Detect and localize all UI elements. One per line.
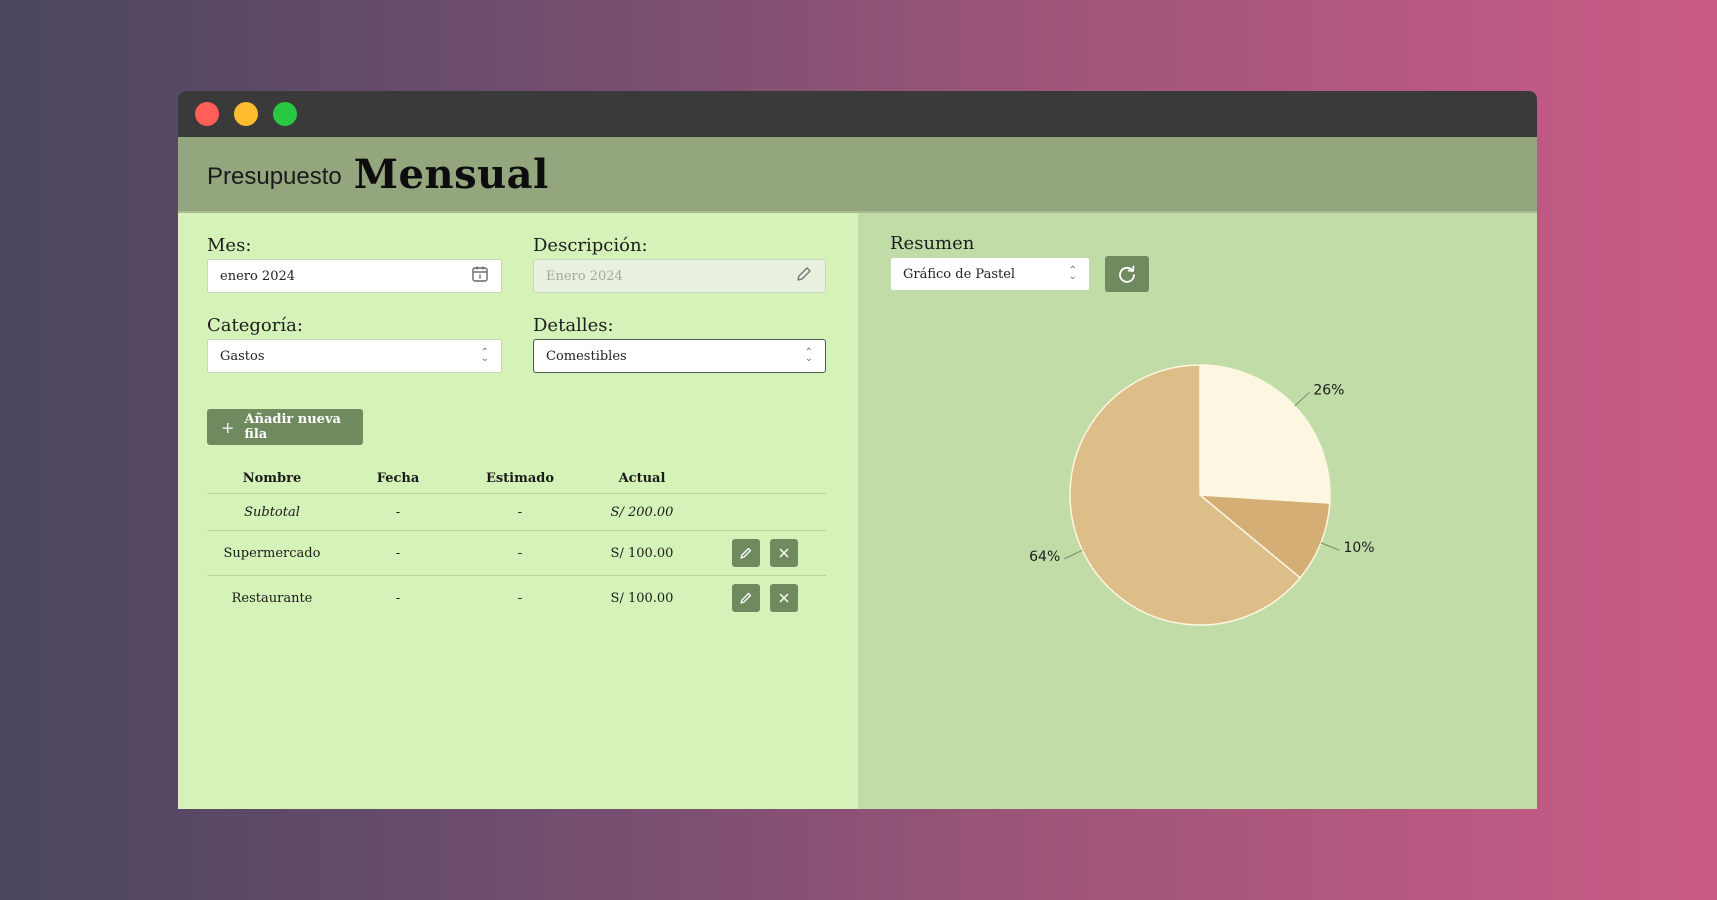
row-estimado: - <box>517 590 523 606</box>
detalles-select[interactable]: Comestibles ⌃ ⌄ <box>533 339 826 373</box>
col-estimado: Estimado <box>485 470 555 486</box>
page-title: Mensual <box>353 150 549 198</box>
col-actual: Actual <box>618 470 666 486</box>
detalles-value: Comestibles <box>546 348 627 364</box>
categoria-select[interactable]: Gastos ⌃ ⌄ <box>207 339 502 373</box>
row-actual: S/ 100.00 <box>610 590 674 606</box>
title-prefix: Presupuesto <box>207 163 342 190</box>
row-actual: S/ 100.00 <box>610 545 674 561</box>
table-header: Nombre Fecha Estimado Actual <box>207 463 826 494</box>
mes-label: Mes: <box>207 235 252 256</box>
delete-row-button[interactable] <box>769 584 798 612</box>
descripcion-input[interactable]: Enero 2024 <box>533 259 826 293</box>
table-row: Restaurante - - S/ 100.00 <box>207 576 826 620</box>
pie-percent-label: 10% <box>1343 540 1374 556</box>
table-row: Supermercado - - S/ 100.00 <box>207 531 826 576</box>
categoria-value: Gastos <box>220 348 265 364</box>
pie-percent-label: 64% <box>1029 549 1060 565</box>
subtotal-actual: S/ 200.00 <box>610 504 674 520</box>
descripcion-placeholder: Enero 2024 <box>546 268 623 284</box>
close-icon <box>778 548 789 558</box>
row-fecha: - <box>395 590 401 606</box>
edit-row-button[interactable] <box>731 584 760 612</box>
col-fecha: Fecha <box>376 470 420 486</box>
row-name: Restaurante <box>231 590 313 606</box>
add-row-button[interactable]: + Añadir nueva fila <box>207 409 363 445</box>
subtotal-estimado: - <box>517 504 523 520</box>
pie-slice <box>1199 364 1331 504</box>
categoria-label: Categoría: <box>207 315 303 336</box>
minimize-window-button[interactable] <box>234 102 258 126</box>
budget-table: Nombre Fecha Estimado Actual Subtotal - … <box>207 463 826 620</box>
subtotal-row: Subtotal - - S/ 200.00 <box>207 494 826 531</box>
pie-label-leader <box>1294 391 1310 407</box>
edit-row-button[interactable] <box>731 539 760 567</box>
subtotal-name: Subtotal <box>244 504 300 520</box>
calendar-icon[interactable] <box>471 265 489 287</box>
close-window-button[interactable] <box>195 102 219 126</box>
select-chevron-icon: ⌃ ⌄ <box>804 347 813 364</box>
plus-icon: + <box>221 417 235 437</box>
summary-panel: Resumen Gráfico de Pastel ⌃ ⌄ 26% 10% 64% <box>858 213 1537 809</box>
row-estimado: - <box>517 545 523 561</box>
mes-value: enero 2024 <box>220 268 296 284</box>
maximize-window-button[interactable] <box>273 102 297 126</box>
page-header: Presupuesto Mensual <box>178 137 1537 213</box>
pencil-icon <box>739 592 751 604</box>
pie-label-leader <box>1320 542 1340 551</box>
row-fecha: - <box>395 545 401 561</box>
descripcion-label: Descripción: <box>533 235 648 256</box>
select-chevron-icon: ⌃ ⌄ <box>480 347 489 364</box>
subtotal-fecha: - <box>395 504 401 520</box>
delete-row-button[interactable] <box>769 539 798 567</box>
detalles-label: Detalles: <box>533 315 614 336</box>
pencil-icon <box>739 547 751 559</box>
row-name: Supermercado <box>223 545 321 561</box>
pie-label-leader <box>1064 549 1083 560</box>
pie-chart: 26% 10% 64% <box>1029 364 1375 626</box>
budget-form-panel: Mes: enero 2024 Descripción: Enero 2024 … <box>178 213 858 809</box>
col-nombre: Nombre <box>242 470 302 486</box>
pencil-icon[interactable] <box>795 265 813 287</box>
title-bar <box>178 91 1537 137</box>
app-window: Presupuesto Mensual Mes: enero 2024 Desc… <box>178 91 1537 809</box>
pie-percent-label: 26% <box>1313 382 1344 398</box>
add-row-label: Añadir nueva fila <box>244 412 341 442</box>
close-icon <box>778 593 789 603</box>
mes-input[interactable]: enero 2024 <box>207 259 502 293</box>
